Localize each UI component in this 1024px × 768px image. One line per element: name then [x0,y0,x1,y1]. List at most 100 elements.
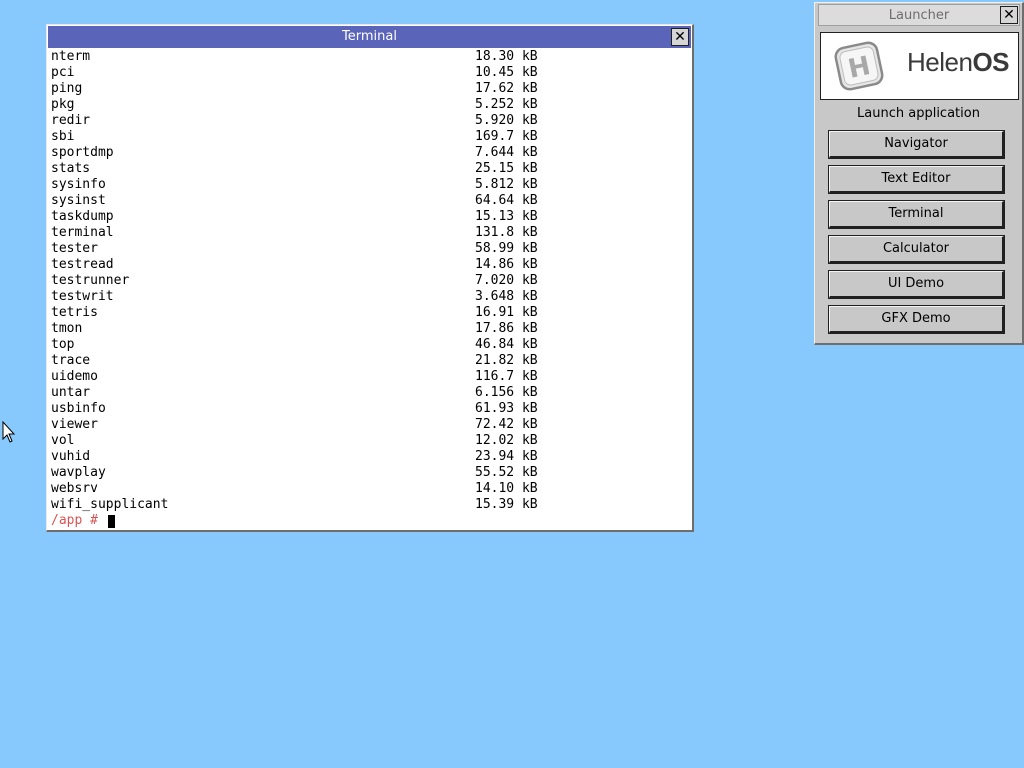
file-size: 12.02 kB [475,433,538,448]
terminal-screen[interactable]: nterm 18.30 kB pci 10.45 kB ping 17.62 kB pkg 5… [48,49,691,529]
listing-row: testwrit 3.648 kB [48,289,691,305]
file-size: 14.10 kB [475,481,538,496]
file-name: vuhid [51,449,91,464]
file-name: tetris [51,305,98,320]
listing-row: nterm 18.30 kB [48,49,691,65]
launch-navigator-button[interactable]: Navigator [828,130,1005,159]
listing-row: testrunner 7.020 kB [48,273,691,289]
listing-row: uidemo 116.7 kB [48,369,691,385]
listing-row: taskdump 15.13 kB [48,209,691,225]
terminal-window[interactable]: Terminal ✕ nterm 18.30 kB pci 10.45 kB ping 1… [46,24,694,532]
file-size: 10.45 kB [475,65,538,80]
file-size: 5.812 kB [475,177,538,192]
file-name: sysinst [51,193,106,208]
file-size: 16.91 kB [475,305,538,320]
brand-name: HelenOS [907,47,1010,77]
file-name: testwrit [51,289,114,304]
file-size: 46.84 kB [475,337,538,352]
listing-row: redir 5.920 kB [48,113,691,129]
file-name: usbinfo [51,401,106,416]
terminal-titlebar[interactable]: Terminal [48,26,691,48]
file-name: testread [51,257,114,272]
file-name: untar [51,385,91,400]
launcher-close-button[interactable]: ✕ [1000,6,1018,24]
listing-row: wavplay 55.52 kB [48,465,691,481]
launch-ui-demo-button[interactable]: UI Demo [828,270,1005,299]
file-size: 131.8 kB [475,225,538,240]
launch-calculator-button[interactable]: Calculator [828,235,1005,264]
file-name: uidemo [51,369,98,384]
listing-row: tetris 16.91 kB [48,305,691,321]
file-name: sysinfo [51,177,106,192]
file-name: wifi_supplicant [51,497,169,512]
listing-row: ping 17.62 kB [48,81,691,97]
file-name: taskdump [51,209,114,224]
file-name: nterm [51,49,91,64]
file-size: 72.42 kB [475,417,538,432]
listing-row: vol 12.02 kB [48,433,691,449]
launch-gfx-demo-button[interactable]: GFX Demo [828,305,1005,334]
listing-row: sportdmp 7.644 kB [48,145,691,161]
file-size: 18.30 kB [475,49,538,64]
file-size: 61.93 kB [475,401,538,416]
file-size: 58.99 kB [475,241,538,256]
file-size: 14.86 kB [475,257,538,272]
file-size: 5.252 kB [475,97,538,112]
file-size: 5.920 kB [475,113,538,128]
file-size: 21.82 kB [475,353,538,368]
file-size: 6.156 kB [475,385,538,400]
launch-terminal-button[interactable]: Terminal [828,200,1005,229]
launch-text-editor-button[interactable]: Text Editor [828,165,1005,194]
file-name: sbi [51,129,75,144]
listing-row: sysinfo 5.812 kB [48,177,691,193]
file-size: 7.644 kB [475,145,538,160]
helenos-h-icon: H [834,41,884,91]
file-size: 15.39 kB [475,497,538,512]
arrow-cursor-icon [2,421,16,443]
file-name: terminal [51,225,114,240]
file-size: 25.15 kB [475,161,538,176]
listing-row: tester 58.99 kB [48,241,691,257]
file-name: top [51,337,75,352]
launcher-titlebar[interactable]: Launcher [818,4,1020,26]
listing-row: wifi_supplicant 15.39 kB [48,497,691,513]
file-size: 55.52 kB [475,465,538,480]
file-name: testrunner [51,273,130,288]
launcher-window[interactable]: Launcher ✕ H HelenOS Launch application … [814,2,1024,345]
file-name: tmon [51,321,83,336]
file-name: viewer [51,417,98,432]
file-size: 17.86 kB [475,321,538,336]
file-name: tester [51,241,98,256]
terminal-title: Terminal [342,29,397,44]
listing-row: sbi 169.7 kB [48,129,691,145]
file-name: wavplay [51,465,106,480]
listing-row: vuhid 23.94 kB [48,449,691,465]
listing-row: viewer 72.42 kB [48,417,691,433]
file-size: 169.7 kB [475,129,538,144]
file-size: 17.62 kB [475,81,538,96]
file-size: 116.7 kB [475,369,538,384]
listing-row: pkg 5.252 kB [48,97,691,113]
file-size: 7.020 kB [475,273,538,288]
file-name: pci [51,65,75,80]
launcher-title: Launcher [888,8,950,23]
helenos-logo: H HelenOS [820,32,1019,100]
file-name: redir [51,113,91,128]
file-size: 3.648 kB [475,289,538,304]
listing-row: sysinst 64.64 kB [48,193,691,209]
terminal-close-button[interactable]: ✕ [671,28,689,46]
listing-row: terminal 131.8 kB [48,225,691,241]
shell-prompt: /app # [51,513,106,528]
file-name: ping [51,81,83,96]
listing-row: untar 6.156 kB [48,385,691,401]
launcher-heading: Launch application [857,106,980,121]
listing-row: tmon 17.86 kB [48,321,691,337]
listing-row: pci 10.45 kB [48,65,691,81]
file-name: stats [51,161,91,176]
listing-row: trace 21.82 kB [48,353,691,369]
listing-row: stats 25.15 kB [48,161,691,177]
file-name: pkg [51,97,75,112]
close-icon: ✕ [674,29,686,45]
listing-row: testread 14.86 kB [48,257,691,273]
prompt-line[interactable]: /app # [48,513,691,529]
